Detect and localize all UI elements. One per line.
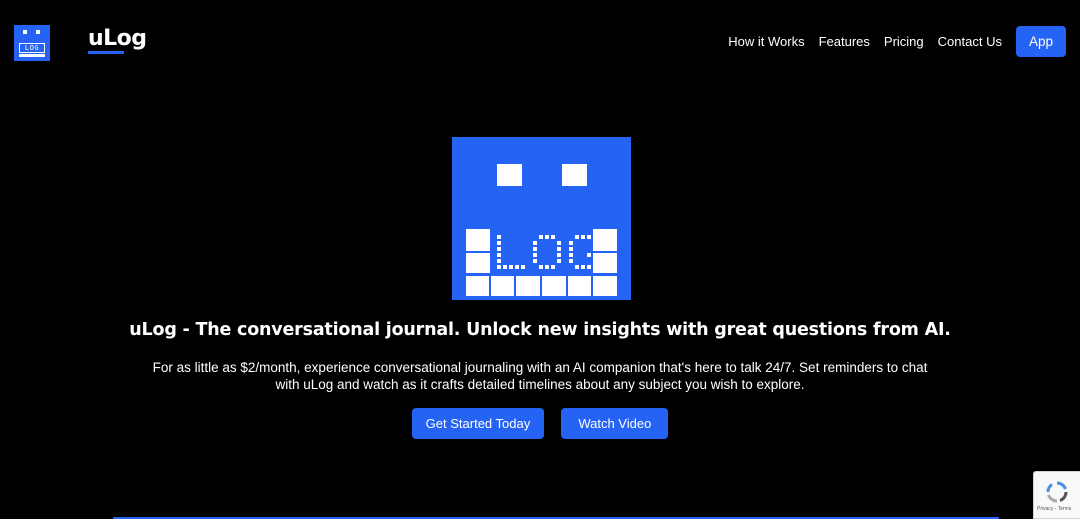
hero-logo-cell [466,229,490,251]
cta-row: Get Started Today Watch Video [0,408,1080,439]
app-button[interactable]: App [1015,26,1066,57]
hero-logo-cell [542,276,566,296]
hero-logo-letter-dot [557,253,561,257]
logo-mini-row [19,54,45,57]
hero-logo-cell [466,253,490,273]
hero-logo-letter-dot [545,235,549,239]
hero-logo-cell [593,276,617,296]
hero-logo-letter-dot [533,253,537,257]
hero-logo-letter-dot [497,235,501,239]
recaptcha-footer-text[interactable]: Privacy - Terms [1037,506,1071,512]
main-nav: How it Works Features Pricing Contact Us… [728,26,1066,57]
hero-logo-cell [593,229,617,251]
hero-logo-letter-dot [569,247,573,251]
hero-logo-letter-dot [593,253,597,257]
recaptcha-icon [1046,481,1068,503]
hero-logo-letter-dot [569,253,573,257]
watch-video-button[interactable]: Watch Video [561,408,669,439]
hero-logo-letter-dot [533,259,537,263]
hero-logo-letter-dot [533,241,537,245]
hero-logo-letter-dot [497,265,501,269]
hero-logo-eye-right [562,164,587,186]
hero-logo-letter-dot [581,235,585,239]
hero-logo-letter-dot [569,259,573,263]
hero-logo-letter-dot [539,235,543,239]
nav-contact-us[interactable]: Contact Us [938,34,1002,49]
hero-logo-letter-dot [503,265,507,269]
hero-logo-letter-dot [593,265,597,269]
hero-logo-letter-dot [533,247,537,251]
hero-logo-letter-dot [587,253,591,257]
hero-logo-letter-dot [587,235,591,239]
brand-underline [88,51,124,54]
brand-name[interactable]: uLog [88,26,147,51]
hero-logo-letter-dot [515,265,519,269]
hero-logo-eye-left [497,164,522,186]
hero-logo [452,137,631,300]
hero-logo-letter-dot [521,265,525,269]
hero-subtext: For as little as $2/month, experience co… [152,360,928,392]
hero-logo-letter-dot [587,265,591,269]
hero-logo-letter-dot [557,247,561,251]
hero-logo-letter-dot [557,241,561,245]
hero-logo-letter-dot [569,241,573,245]
nav-how-it-works[interactable]: How it Works [728,34,804,49]
header-logo[interactable]: LOG [14,25,50,61]
hero-logo-letter-dot [539,265,543,269]
recaptcha-badge[interactable]: Privacy - Terms [1033,471,1080,519]
hero-logo-cell [568,276,591,296]
nav-features[interactable]: Features [819,34,870,49]
hero-logo-letter-dot [497,241,501,245]
hero-logo-cell [466,276,489,296]
hero-logo-letter-dot [497,259,501,263]
hero-logo-cell [516,276,540,296]
hero-logo-letter-dot [497,253,501,257]
hero-headline: uLog - The conversational journal. Unloc… [129,320,951,340]
hero-logo-letter-dot [581,265,585,269]
nav-pricing[interactable]: Pricing [884,34,924,49]
hero-logo-letter-dot [551,235,555,239]
hero-logo-letter-dot [551,265,555,269]
logo-eye-left [23,30,27,34]
hero-logo-letter-dot [497,247,501,251]
logo-eye-right [36,30,40,34]
hero-logo-letter-dot [545,265,549,269]
get-started-button[interactable]: Get Started Today [411,408,545,439]
logo-mini-text: LOG [19,43,45,53]
hero-logo-letter-dot [575,235,579,239]
hero-logo-letter-dot [593,259,597,263]
hero-logo-letter-dot [575,265,579,269]
hero-logo-cell [491,276,514,296]
hero-logo-letter-dot [557,259,561,263]
hero-logo-letter-dot [509,265,513,269]
